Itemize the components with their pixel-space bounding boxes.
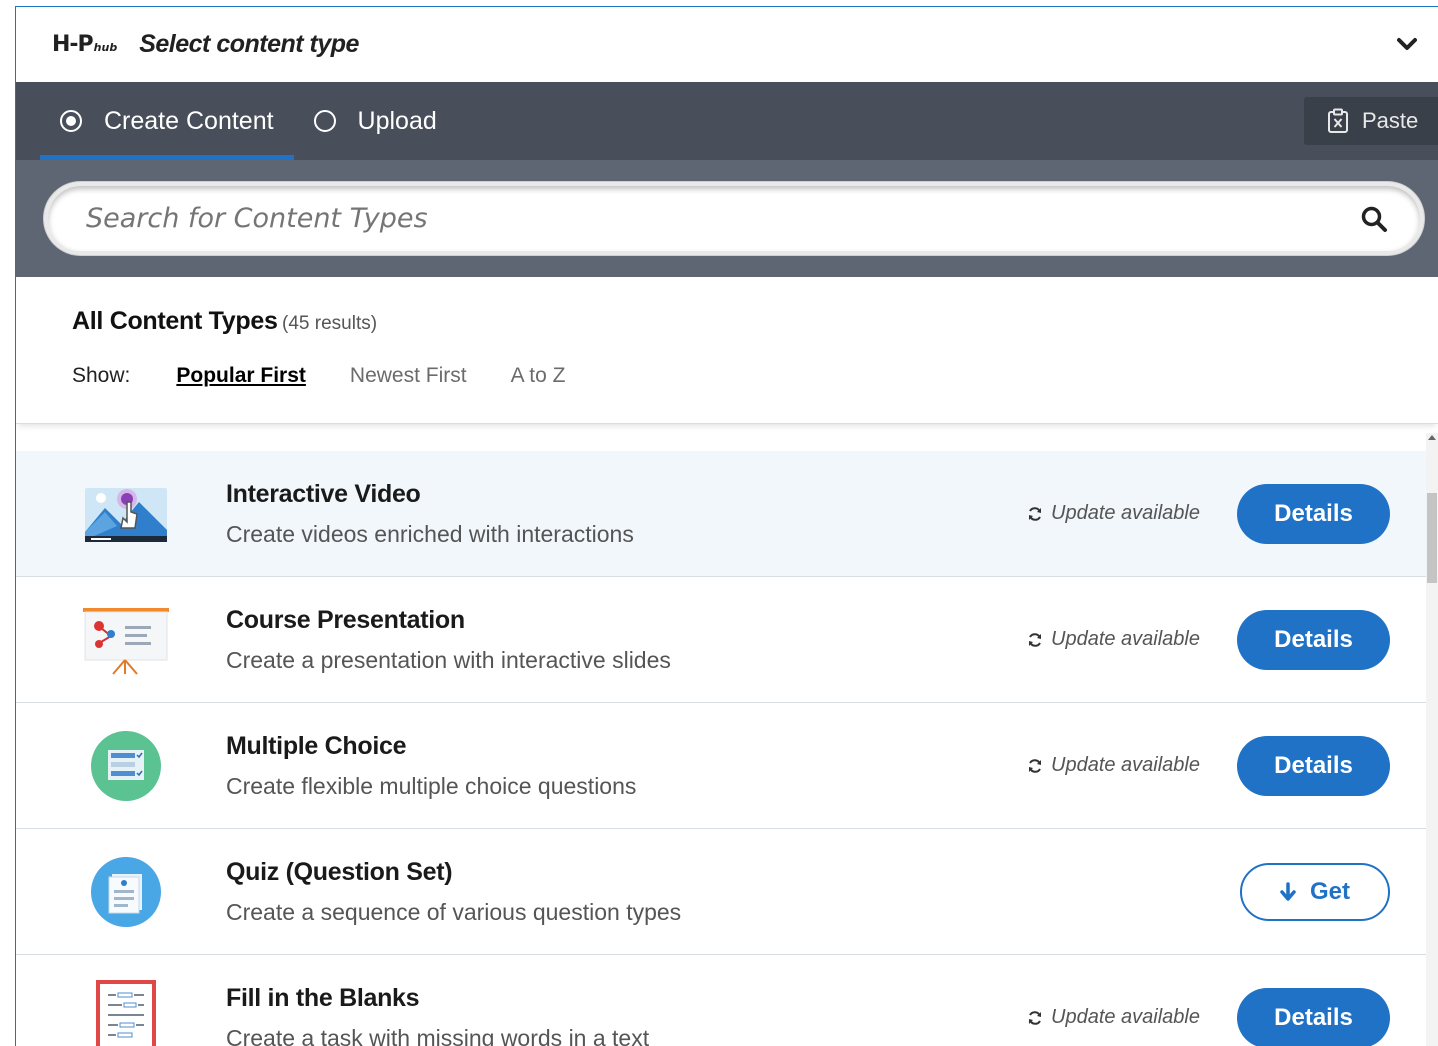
- list-item-course-presentation[interactable]: Course Presentation Create a presentatio…: [16, 577, 1438, 703]
- get-button[interactable]: Get: [1240, 862, 1390, 921]
- update-available-status: Update available: [1027, 1006, 1200, 1029]
- fill-in-blanks-icon: [76, 978, 176, 1046]
- tab-label: Create Content: [104, 106, 274, 135]
- content-type-list: Interactive Video Create videos enriched…: [16, 451, 1438, 1046]
- scrollbar-thumb[interactable]: [1427, 493, 1437, 583]
- details-button[interactable]: Details: [1237, 609, 1390, 670]
- content-hub-panel: H-P hub Select content type Create Conten…: [15, 6, 1438, 1046]
- list-item-fill-in-the-blanks[interactable]: Fill in the Blanks Create a task with mi…: [16, 955, 1438, 1046]
- hub-header[interactable]: H-P hub Select content type: [16, 7, 1438, 82]
- sort-options: Show: Popular First Newest First A to Z: [72, 364, 1438, 388]
- refresh-icon: [1029, 1010, 1041, 1025]
- tab-upload[interactable]: Upload: [294, 82, 457, 160]
- details-button[interactable]: Details: [1237, 987, 1390, 1046]
- results-title-row: All Content Types (45 results): [72, 307, 1438, 336]
- tab-bar: Create Content Upload Paste: [16, 82, 1438, 160]
- search-input[interactable]: [86, 203, 1360, 234]
- sort-newest-first[interactable]: Newest First: [350, 364, 467, 388]
- clipboard-icon: [1328, 108, 1348, 133]
- paste-button[interactable]: Paste: [1304, 97, 1438, 145]
- chevron-down-icon[interactable]: [1396, 35, 1418, 53]
- search-band: [16, 160, 1438, 277]
- refresh-icon: [1029, 632, 1041, 647]
- list-item-multiple-choice[interactable]: Multiple Choice Create flexible multiple…: [16, 703, 1438, 829]
- list-item-interactive-video[interactable]: Interactive Video Create videos enriched…: [16, 451, 1438, 577]
- question-set-icon: [76, 852, 176, 932]
- update-available-status: Update available: [1027, 628, 1200, 651]
- sort-a-to-z[interactable]: A to Z: [511, 364, 566, 388]
- list-scrollbar[interactable]: [1426, 433, 1438, 1046]
- interactive-video-icon: [76, 474, 176, 554]
- details-button[interactable]: Details: [1237, 735, 1390, 796]
- update-available-status: Update available: [1027, 754, 1200, 777]
- results-count: (45 results): [282, 313, 378, 334]
- radio-selected-icon: [60, 110, 82, 132]
- details-button[interactable]: Details: [1237, 483, 1390, 544]
- sort-label: Show:: [72, 364, 131, 387]
- list-item-question-set[interactable]: Quiz (Question Set) Create a sequence of…: [16, 829, 1438, 955]
- refresh-icon: [1029, 758, 1041, 773]
- download-arrow-icon: [1280, 881, 1296, 901]
- tab-create-content[interactable]: Create Content: [40, 82, 294, 160]
- results-header: All Content Types (45 results) Show: Pop…: [16, 277, 1438, 424]
- search-box[interactable]: [44, 182, 1424, 255]
- h5p-hub-logo: H-P hub: [52, 32, 118, 57]
- update-available-status: Update available: [1027, 502, 1200, 525]
- scroll-up-arrow-icon[interactable]: [1428, 435, 1436, 440]
- course-presentation-icon: [76, 600, 176, 680]
- search-icon[interactable]: [1360, 205, 1388, 233]
- sort-popular-first[interactable]: Popular First: [176, 364, 306, 388]
- hub-title: Select content type: [139, 30, 359, 58]
- multiple-choice-icon: [76, 726, 176, 806]
- refresh-icon: [1029, 506, 1041, 521]
- results-title: All Content Types: [72, 307, 278, 335]
- tab-label: Upload: [357, 106, 437, 135]
- radio-unselected-icon: [313, 110, 336, 132]
